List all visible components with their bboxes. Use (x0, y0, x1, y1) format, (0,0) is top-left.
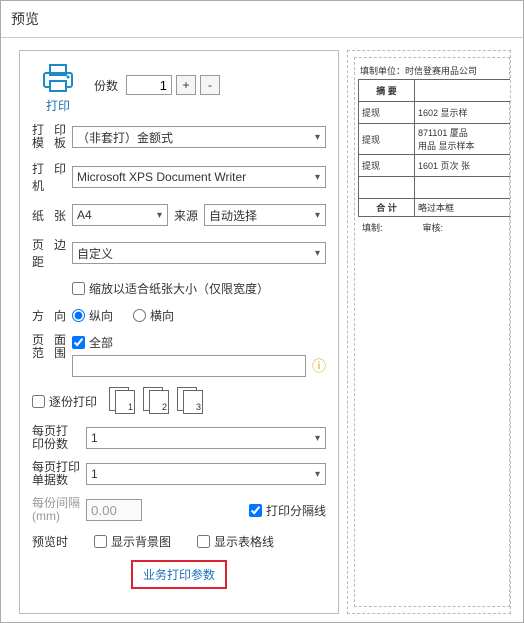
paper-select[interactable]: A4 (72, 204, 168, 226)
perpage-sheets-label: 每页打印 单据数 (32, 461, 80, 487)
paper-label: 纸 张 (32, 207, 66, 224)
range-input[interactable] (72, 355, 306, 377)
copies-increment-button[interactable]: + (176, 75, 196, 95)
document-preview: 填制单位：时信登赛用品公司 摘 要金 提现1602 显示样 提现871101 厦… (347, 50, 511, 614)
margin-select[interactable]: 自定义 (72, 242, 326, 264)
paper-source-label: 来源 (174, 207, 198, 224)
info-icon[interactable]: ⓘ (312, 356, 326, 376)
gap-label: 每份间隔 (mm) (32, 497, 80, 523)
window-title: 预览 (1, 1, 523, 38)
orientation-landscape-radio[interactable]: 横向 (133, 307, 174, 324)
gap-input (86, 499, 142, 521)
orientation-portrait-radio[interactable]: 纵向 (72, 307, 113, 324)
perpage-copies-label: 每页打 印份数 (32, 425, 80, 451)
preview-table: 摘 要金 提现1602 显示样 提现871101 厦品 用品 显示样本 提现16… (358, 79, 511, 217)
perpage-copies-select[interactable]: 1 (86, 427, 326, 449)
preview-footer-author: 填制: (362, 221, 383, 234)
preview-header: 填制单位：时信登赛用品公司 (360, 64, 509, 77)
paper-source-select[interactable]: 自动选择 (204, 204, 326, 226)
orientation-label: 方 向 (32, 307, 66, 324)
collate-checkbox[interactable]: 逐份打印 (32, 393, 97, 410)
template-select[interactable]: （非套打）金额式 (72, 126, 326, 148)
range-all-checkbox[interactable]: 全部 (72, 334, 326, 351)
copies-label: 份数 (94, 77, 118, 94)
settings-panel: 打印 份数 + - 打印 模板 （非套打）金额式 打印机 Microsoft X… (19, 50, 339, 614)
business-print-params-button[interactable]: 业务打印参数 (131, 560, 227, 589)
print-button-label: 打印 (32, 97, 84, 114)
printer-select[interactable]: Microsoft XPS Document Writer (72, 166, 326, 188)
template-label: 打印 模板 (32, 124, 66, 150)
copies-input[interactable] (126, 75, 172, 95)
printer-label: 打印机 (32, 160, 66, 194)
copies-decrement-button[interactable]: - (200, 75, 220, 95)
preview-options-label: 预览时 (32, 533, 68, 550)
preview-footer-reviewer: 审核: (423, 221, 444, 234)
printer-icon (32, 61, 84, 95)
scale-checkbox[interactable]: 缩放以适合纸张大小（仅限宽度） (72, 280, 269, 297)
collate-preview-icon: 11 22 33 (109, 387, 207, 415)
margin-label: 页边距 (32, 236, 66, 270)
show-grid-checkbox[interactable]: 显示表格线 (197, 533, 274, 550)
separator-checkbox[interactable]: 打印分隔线 (249, 502, 326, 519)
range-label: 页面 范围 (32, 334, 66, 360)
show-background-checkbox[interactable]: 显示背景图 (94, 533, 171, 550)
perpage-sheets-select[interactable]: 1 (86, 463, 326, 485)
print-button[interactable]: 打印 (32, 61, 84, 114)
